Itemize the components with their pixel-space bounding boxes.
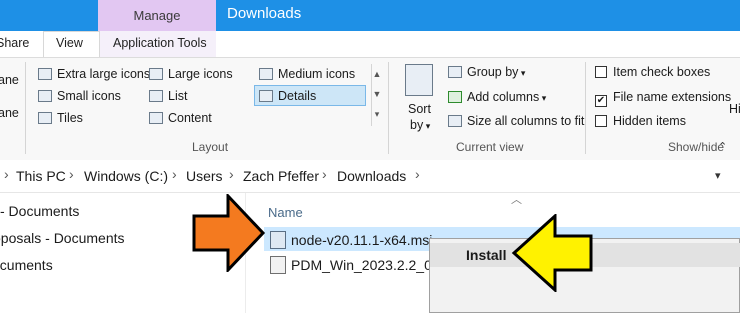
medium-icons-icon (259, 68, 273, 80)
group-by-button[interactable]: Group by ▾ (448, 62, 525, 82)
chevron-right-icon[interactable]: › (415, 166, 420, 182)
show-hide-group-label: Show/hide (668, 140, 725, 154)
layout-details[interactable]: Details (259, 86, 316, 106)
sort-ascending-icon: ︿ (511, 194, 522, 206)
size-all-columns-button[interactable]: Size all columns to fit (448, 111, 584, 131)
checkbox[interactable] (595, 66, 607, 78)
chevron-right-icon[interactable]: › (4, 166, 9, 182)
add-columns-icon (448, 91, 462, 103)
orange-arrow-annotation (192, 194, 266, 272)
chevron-down-icon: ▾ (423, 121, 431, 131)
tiles-icon (38, 112, 52, 124)
scroll-down-icon[interactable]: ▼ (372, 84, 382, 104)
nav-item-documents[interactable]: - Documents (0, 203, 79, 219)
tab-share[interactable]: Share (0, 36, 29, 50)
checkbox[interactable] (595, 115, 607, 127)
size-columns-icon (448, 115, 462, 127)
breadcrumb-downloads[interactable]: Downloads (337, 168, 406, 184)
content-icon (149, 112, 163, 124)
sort-by-icon[interactable] (405, 64, 433, 96)
breadcrumb-windows-c[interactable]: Windows (C:) (84, 168, 168, 184)
breadcrumb-users[interactable]: Users (186, 168, 223, 184)
collapse-ribbon-icon[interactable]: ⌃ (718, 140, 727, 153)
manage-tab-label: Manage (133, 8, 181, 23)
layout-gallery-scroll[interactable]: ▲ ▼ ▾ (371, 64, 382, 126)
chevron-right-icon[interactable]: › (229, 166, 234, 182)
item-check-boxes-toggle[interactable]: Item check boxes (595, 62, 710, 82)
layout-large-icons[interactable]: Large icons (149, 64, 233, 84)
breadcrumb-this-pc[interactable]: This PC (16, 168, 66, 184)
yellow-arrow-annotation (511, 214, 593, 292)
layout-extra-large-icons[interactable]: Extra large icons (38, 64, 150, 84)
scroll-up-icon[interactable]: ▲ (372, 64, 382, 84)
add-columns-button[interactable]: Add columns ▾ (448, 87, 546, 107)
chevron-down-icon: ▾ (539, 93, 547, 103)
chevron-right-icon[interactable]: › (172, 166, 177, 182)
details-icon (259, 90, 273, 102)
hide-selected-items-cut[interactable]: Hi (729, 99, 740, 119)
msi-installer-icon (270, 231, 286, 249)
pane-cut-label-2[interactable]: ane (0, 103, 19, 123)
file-name-extensions-toggle[interactable]: ✔ File name extensions (595, 87, 731, 107)
nav-item-documents-2[interactable]: ocuments (0, 257, 53, 273)
layout-small-icons[interactable]: Small icons (38, 86, 121, 106)
context-menu-install[interactable]: Install (466, 247, 506, 263)
layout-content[interactable]: Content (149, 108, 212, 128)
gallery-more-icon[interactable]: ▾ (372, 104, 382, 124)
tab-view[interactable]: View (56, 36, 83, 50)
tab-application-tools[interactable]: Application Tools (113, 36, 207, 50)
ribbon-separator (388, 62, 389, 154)
chevron-right-icon[interactable]: › (69, 166, 74, 182)
layout-group-label: Layout (192, 140, 229, 154)
layout-list[interactable]: List (149, 86, 187, 106)
checkbox-checked[interactable]: ✔ (595, 95, 607, 107)
ribbon-separator (25, 62, 26, 154)
extra-large-icons-icon (38, 68, 52, 80)
chevron-right-icon[interactable]: › (322, 166, 327, 182)
small-icons-icon (38, 90, 52, 102)
column-header-name[interactable]: Name (268, 205, 303, 220)
file-name-pdm-win[interactable]: PDM_Win_2023.2.2_020 (291, 257, 447, 273)
large-icons-icon (149, 68, 163, 80)
current-view-group-label: Current view (456, 140, 524, 154)
window-title: Downloads (227, 5, 302, 22)
ribbon-separator (585, 62, 586, 154)
pane-cut-label-1[interactable]: ane (0, 70, 19, 90)
hidden-items-toggle[interactable]: Hidden items (595, 111, 686, 131)
file-icon (270, 256, 286, 274)
file-name-node-msi[interactable]: node-v20.11.1-x64.msi (291, 232, 432, 248)
layout-tiles[interactable]: Tiles (38, 108, 83, 128)
breadcrumb-zach-pfeffer[interactable]: Zach Pfeffer (243, 168, 319, 184)
chevron-down-icon: ▾ (518, 68, 526, 78)
layout-medium-icons[interactable]: Medium icons (259, 64, 355, 84)
address-dropdown-icon[interactable]: ▾ (715, 169, 721, 182)
sort-by-label[interactable]: by ▾ (410, 115, 430, 135)
list-icon (149, 90, 163, 102)
nav-item-proposals-documents[interactable]: oposals - Documents (0, 230, 125, 246)
group-by-icon (448, 66, 462, 78)
